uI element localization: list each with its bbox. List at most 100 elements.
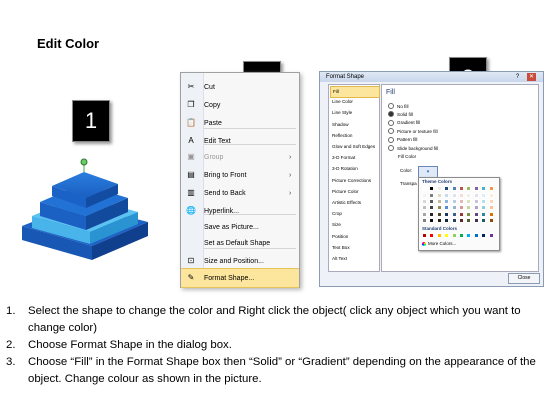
category-crop[interactable]: Crop [330, 209, 378, 219]
color-swatch[interactable] [488, 233, 494, 238]
color-swatch[interactable] [451, 217, 457, 223]
color-swatch[interactable] [444, 233, 450, 238]
category-fill[interactable]: Fill [330, 86, 380, 98]
color-swatch[interactable] [429, 205, 435, 211]
color-swatch[interactable] [422, 205, 427, 211]
color-swatch[interactable] [488, 193, 494, 198]
fill-option-radio[interactable]: Picture or texture fill [388, 128, 438, 135]
color-swatch[interactable] [451, 233, 457, 238]
menu-item-copy[interactable]: ❐ Copy [181, 96, 299, 114]
color-swatch[interactable] [459, 186, 464, 191]
color-swatch[interactable] [481, 205, 487, 211]
color-swatch[interactable] [481, 233, 487, 238]
color-swatch[interactable] [429, 217, 435, 223]
more-colors-button[interactable]: More Colors... [422, 241, 456, 246]
color-swatch[interactable] [473, 199, 479, 205]
color-swatch[interactable] [444, 211, 450, 217]
color-swatch[interactable] [444, 199, 450, 205]
color-swatch[interactable] [488, 186, 494, 191]
fill-option-radio[interactable]: Pattern fill [388, 136, 417, 143]
category-reflection[interactable]: Reflection [330, 131, 378, 141]
color-swatch[interactable] [473, 211, 479, 217]
category-size[interactable]: Size [330, 220, 378, 230]
color-swatch[interactable] [451, 205, 457, 211]
pyramid-shape[interactable] [18, 156, 158, 266]
color-swatch[interactable] [444, 186, 450, 191]
color-swatch[interactable] [481, 186, 487, 191]
category-artistic-effects[interactable]: Artistic Effects [330, 198, 378, 208]
color-swatch[interactable] [488, 217, 494, 223]
color-swatch[interactable] [444, 193, 450, 198]
color-swatch[interactable] [451, 199, 457, 205]
category-line-color[interactable]: Line Color [330, 97, 378, 107]
color-swatch[interactable] [444, 205, 450, 211]
color-swatch[interactable] [459, 199, 464, 205]
menu-item-format-shape[interactable]: ✎ Format Shape... [181, 268, 299, 288]
color-swatch[interactable] [466, 217, 472, 223]
category-glow-and-soft-edges[interactable]: Glow and Soft Edges [330, 142, 378, 152]
color-swatch[interactable] [422, 217, 427, 223]
menu-item-set-as-default-shape[interactable]: Set as Default Shape [181, 234, 299, 252]
menu-item-bring-to-front[interactable]: ▤ Bring to Front › [181, 166, 299, 184]
fill-option-radio[interactable]: Slide background fill [388, 145, 438, 151]
color-swatch[interactable] [459, 205, 464, 211]
color-swatch[interactable] [429, 199, 435, 205]
color-swatch[interactable] [451, 193, 457, 198]
color-swatch[interactable] [451, 186, 457, 191]
color-swatch[interactable] [459, 193, 464, 198]
close-icon[interactable]: ✕ [527, 73, 536, 81]
color-swatch[interactable] [466, 199, 472, 205]
color-swatch[interactable] [429, 233, 435, 238]
fill-option-radio[interactable]: Solid fill [388, 111, 413, 118]
color-swatch[interactable] [473, 233, 479, 238]
color-swatch[interactable] [422, 199, 427, 205]
color-swatch[interactable] [459, 217, 464, 223]
color-swatch[interactable] [466, 211, 472, 217]
color-swatch[interactable] [436, 217, 442, 223]
category-3-d-rotation[interactable]: 3-D Rotation [330, 164, 378, 174]
color-swatch[interactable] [481, 199, 487, 205]
close-button[interactable]: Close [508, 273, 540, 284]
color-swatch[interactable] [473, 205, 479, 211]
category-text-box[interactable]: Text Box [330, 243, 378, 253]
color-swatch[interactable] [422, 193, 427, 198]
color-swatch[interactable] [436, 193, 442, 198]
color-swatch[interactable] [459, 233, 464, 238]
category-alt-text[interactable]: Alt Text [330, 254, 378, 264]
category-3-d-format[interactable]: 3-D Format [330, 153, 378, 163]
help-icon[interactable]: ? [513, 73, 522, 81]
color-swatch[interactable] [436, 211, 442, 217]
color-swatch[interactable] [466, 193, 472, 198]
category-line-style[interactable]: Line Style [330, 108, 378, 118]
color-swatch[interactable] [473, 193, 479, 198]
color-swatch[interactable] [444, 217, 450, 223]
color-swatch[interactable] [429, 186, 435, 191]
color-swatch[interactable] [473, 217, 479, 223]
color-swatch[interactable] [481, 193, 487, 198]
color-swatch[interactable] [436, 233, 442, 238]
category-picture-color[interactable]: Picture Color [330, 187, 378, 197]
color-swatch[interactable] [422, 186, 427, 191]
color-swatch[interactable] [436, 205, 442, 211]
color-swatch[interactable] [488, 199, 494, 205]
category-shadow[interactable]: Shadow [330, 120, 378, 130]
fill-option-radio[interactable]: Gradient fill [388, 119, 420, 126]
category-position[interactable]: Position [330, 232, 378, 242]
color-swatch[interactable] [429, 211, 435, 217]
color-swatch[interactable] [429, 193, 435, 198]
color-swatch[interactable] [488, 211, 494, 217]
menu-item-cut[interactable]: ✂ Cut [181, 78, 299, 96]
category-picture-corrections[interactable]: Picture Corrections [330, 176, 378, 186]
menu-item-send-to-back[interactable]: ▥ Send to Back › [181, 184, 299, 202]
color-swatch[interactable] [422, 233, 427, 238]
color-swatch[interactable] [422, 211, 427, 217]
color-swatch[interactable] [436, 199, 442, 205]
color-swatch[interactable] [481, 217, 487, 223]
color-swatch[interactable] [466, 205, 472, 211]
fill-option-radio[interactable]: No fill [388, 103, 409, 109]
color-swatch[interactable] [466, 186, 472, 191]
color-swatch[interactable] [451, 211, 457, 217]
color-swatch[interactable] [466, 233, 472, 238]
menu-item-group[interactable]: ▣ Group › [181, 148, 299, 166]
menu-item-paste[interactable]: 📋 Paste [181, 114, 299, 132]
